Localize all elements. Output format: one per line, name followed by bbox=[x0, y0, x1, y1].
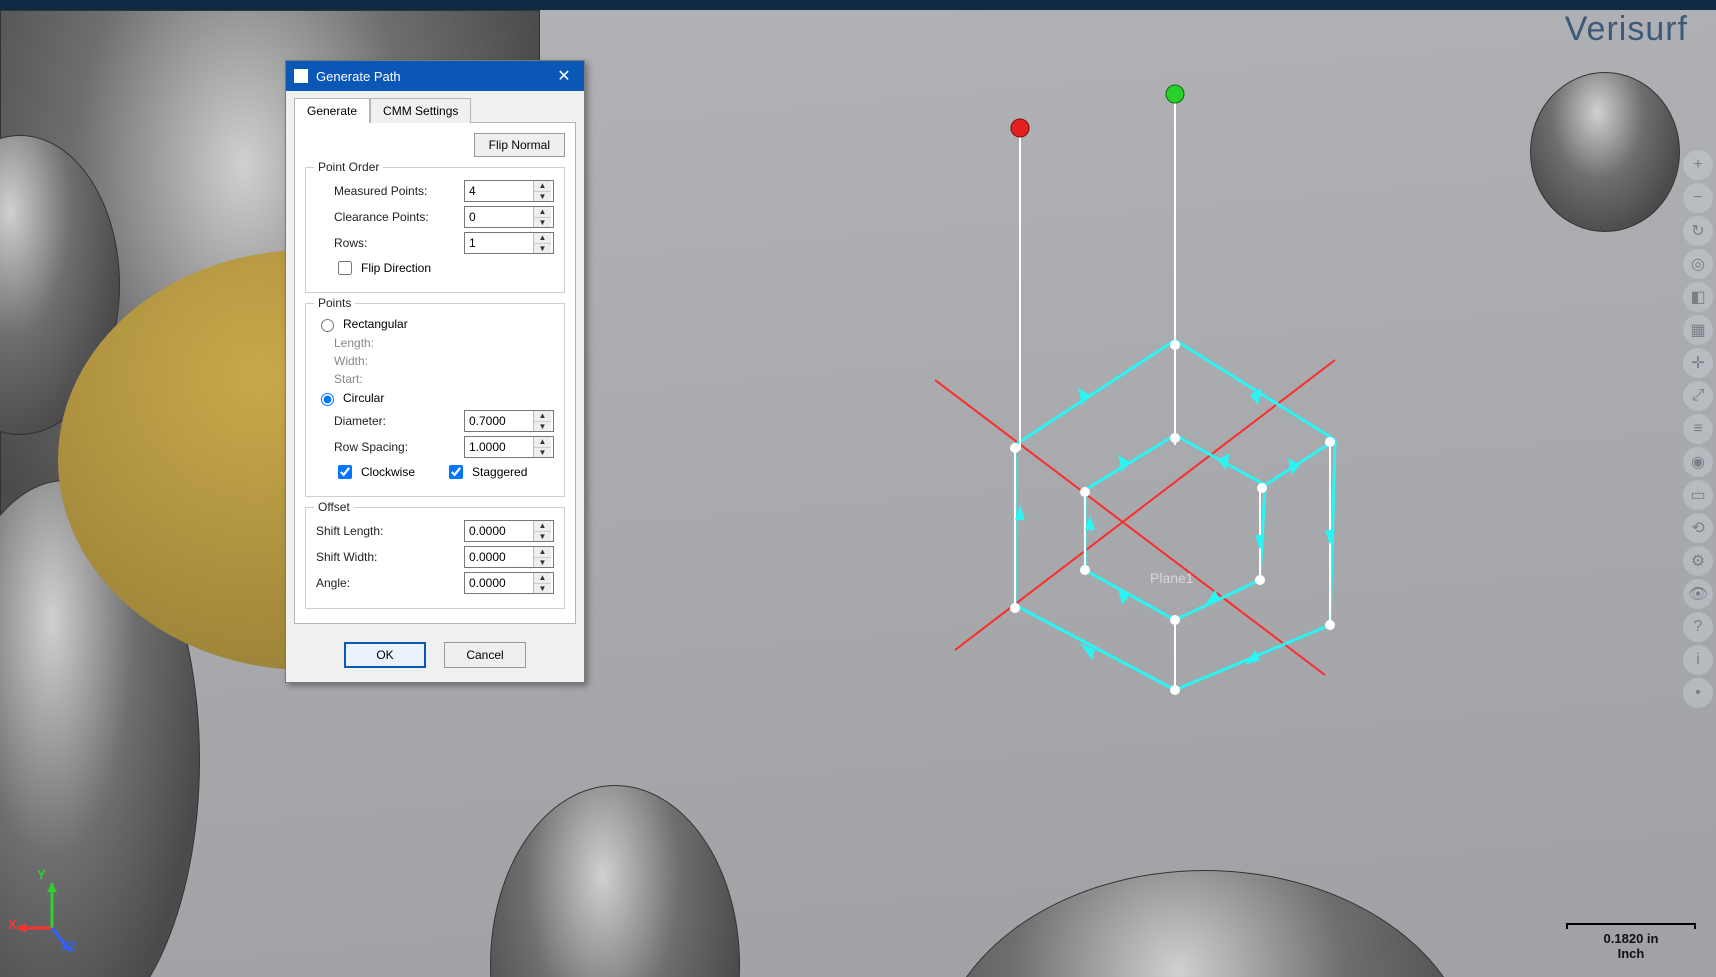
tab-generate[interactable]: Generate bbox=[294, 98, 370, 123]
rows-input[interactable]: ▲▼ bbox=[464, 232, 554, 254]
close-icon[interactable]: ✕ bbox=[544, 61, 584, 91]
spin-up-icon[interactable]: ▲ bbox=[534, 521, 551, 532]
view-toolbar: + − ↻ ◎ ◧ ▦ ✛ ⤢ ≡ ◉ ▭ ⟲ ⚙ 👁 ? i • bbox=[1683, 150, 1713, 708]
label-width: Width: bbox=[334, 354, 554, 368]
angle-input[interactable]: ▲▼ bbox=[464, 572, 554, 594]
cancel-button[interactable]: Cancel bbox=[444, 642, 526, 668]
spin-down-icon[interactable]: ▼ bbox=[534, 244, 551, 254]
spin-up-icon[interactable]: ▲ bbox=[534, 437, 551, 448]
viewport: Plane1 Verisurf + − ↻ ◎ ◧ ▦ ✛ ⤢ ≡ ◉ ▭ ⟲ … bbox=[0, 0, 1716, 977]
spin-down-icon[interactable]: ▼ bbox=[534, 558, 551, 568]
eye-icon[interactable]: 👁 bbox=[1683, 579, 1713, 609]
group-points: Points Rectangular Length: Width: Start:… bbox=[305, 303, 565, 497]
brand-logo: Verisurf bbox=[1565, 10, 1688, 49]
label-row-spacing: Row Spacing: bbox=[316, 440, 464, 454]
model-hole bbox=[935, 870, 1475, 977]
group-point-order: Point Order Measured Points: ▲▼ Clearanc… bbox=[305, 167, 565, 293]
group-title: Points bbox=[314, 296, 355, 310]
ok-button[interactable]: OK bbox=[344, 642, 426, 668]
3d-canvas[interactable]: Plane1 bbox=[0, 10, 1716, 977]
tab-cmm-settings[interactable]: CMM Settings bbox=[370, 98, 471, 123]
info-icon[interactable]: i bbox=[1683, 645, 1713, 675]
spin-up-icon[interactable]: ▲ bbox=[534, 207, 551, 218]
axis-icon[interactable]: ✛ bbox=[1683, 348, 1713, 378]
target-icon[interactable]: ◎ bbox=[1683, 249, 1713, 279]
label-measured-points: Measured Points: bbox=[316, 184, 464, 198]
spin-up-icon[interactable]: ▲ bbox=[534, 547, 551, 558]
scale-unit: Inch bbox=[1566, 946, 1696, 961]
settings-icon[interactable]: ⚙ bbox=[1683, 546, 1713, 576]
label-start: Start: bbox=[334, 372, 554, 386]
measured-points-input[interactable]: ▲▼ bbox=[464, 180, 554, 202]
axis-x-label: X bbox=[8, 917, 17, 932]
model-hole bbox=[490, 785, 740, 977]
minus-icon[interactable]: − bbox=[1683, 183, 1713, 213]
app-icon bbox=[294, 69, 308, 83]
clearance-points-input[interactable]: ▲▼ bbox=[464, 206, 554, 228]
scale-value: 0.1820 in bbox=[1566, 931, 1696, 946]
shift-width-input[interactable]: ▲▼ bbox=[464, 546, 554, 568]
dot-icon[interactable]: • bbox=[1683, 678, 1713, 708]
spin-up-icon[interactable]: ▲ bbox=[534, 233, 551, 244]
row-spacing-input[interactable]: ▲▼ bbox=[464, 436, 554, 458]
spin-down-icon[interactable]: ▼ bbox=[534, 422, 551, 432]
spin-down-icon[interactable]: ▼ bbox=[534, 448, 551, 458]
diameter-input[interactable]: ▲▼ bbox=[464, 410, 554, 432]
help-icon[interactable]: ? bbox=[1683, 612, 1713, 642]
label-diameter: Diameter: bbox=[316, 414, 464, 428]
generate-path-dialog: Generate Path ✕ Generate CMM Settings Fl… bbox=[285, 60, 585, 683]
label-angle: Angle: bbox=[316, 576, 464, 590]
refresh-icon[interactable]: ⟲ bbox=[1683, 513, 1713, 543]
axis-y-label: Y bbox=[37, 867, 46, 882]
spin-up-icon[interactable]: ▲ bbox=[534, 411, 551, 422]
staggered-checkbox[interactable]: Staggered bbox=[445, 462, 527, 482]
plane-label: Plane1 bbox=[1150, 570, 1194, 586]
dialog-footer: OK Cancel bbox=[286, 632, 584, 682]
grid-icon[interactable]: ▦ bbox=[1683, 315, 1713, 345]
group-title: Point Order bbox=[314, 160, 383, 174]
snap-icon[interactable]: ◉ bbox=[1683, 447, 1713, 477]
label-shift-length: Shift Length: bbox=[316, 524, 464, 538]
axis-z-label: Z bbox=[68, 939, 76, 954]
label-rows: Rows: bbox=[316, 236, 464, 250]
circular-radio[interactable]: Circular bbox=[316, 390, 384, 406]
layers-icon[interactable]: ≡ bbox=[1683, 414, 1713, 444]
dialog-tabs: Generate CMM Settings bbox=[286, 91, 584, 122]
dialog-titlebar[interactable]: Generate Path ✕ bbox=[286, 61, 584, 91]
spin-up-icon[interactable]: ▲ bbox=[534, 181, 551, 192]
spin-down-icon[interactable]: ▼ bbox=[534, 584, 551, 594]
clockwise-checkbox[interactable]: Clockwise bbox=[334, 462, 415, 482]
spin-up-icon[interactable]: ▲ bbox=[534, 573, 551, 584]
spin-down-icon[interactable]: ▼ bbox=[534, 532, 551, 542]
scale-widget: 0.1820 in Inch bbox=[1566, 923, 1696, 961]
cube-icon[interactable]: ◧ bbox=[1683, 282, 1713, 312]
spin-down-icon[interactable]: ▼ bbox=[534, 192, 551, 202]
expand-icon[interactable]: ⤢ bbox=[1683, 381, 1713, 411]
dialog-title: Generate Path bbox=[316, 69, 401, 84]
tab-body-generate: Flip Normal Point Order Measured Points:… bbox=[294, 122, 576, 624]
flip-direction-checkbox[interactable]: Flip Direction bbox=[334, 258, 431, 278]
axis-triad: X Y Z bbox=[12, 873, 92, 953]
label-shift-width: Shift Width: bbox=[316, 550, 464, 564]
view-icon[interactable]: ▭ bbox=[1683, 480, 1713, 510]
group-offset: Offset Shift Length: ▲▼ Shift Width: ▲▼ … bbox=[305, 507, 565, 609]
model-hole bbox=[1530, 72, 1680, 232]
spin-down-icon[interactable]: ▼ bbox=[534, 218, 551, 228]
plus-icon[interactable]: + bbox=[1683, 150, 1713, 180]
label-length: Length: bbox=[334, 336, 554, 350]
rotate-icon[interactable]: ↻ bbox=[1683, 216, 1713, 246]
flip-normal-button[interactable]: Flip Normal bbox=[474, 133, 565, 157]
shift-length-input[interactable]: ▲▼ bbox=[464, 520, 554, 542]
rectangular-radio[interactable]: Rectangular bbox=[316, 316, 408, 332]
label-clearance-points: Clearance Points: bbox=[316, 210, 464, 224]
group-title: Offset bbox=[314, 500, 354, 514]
